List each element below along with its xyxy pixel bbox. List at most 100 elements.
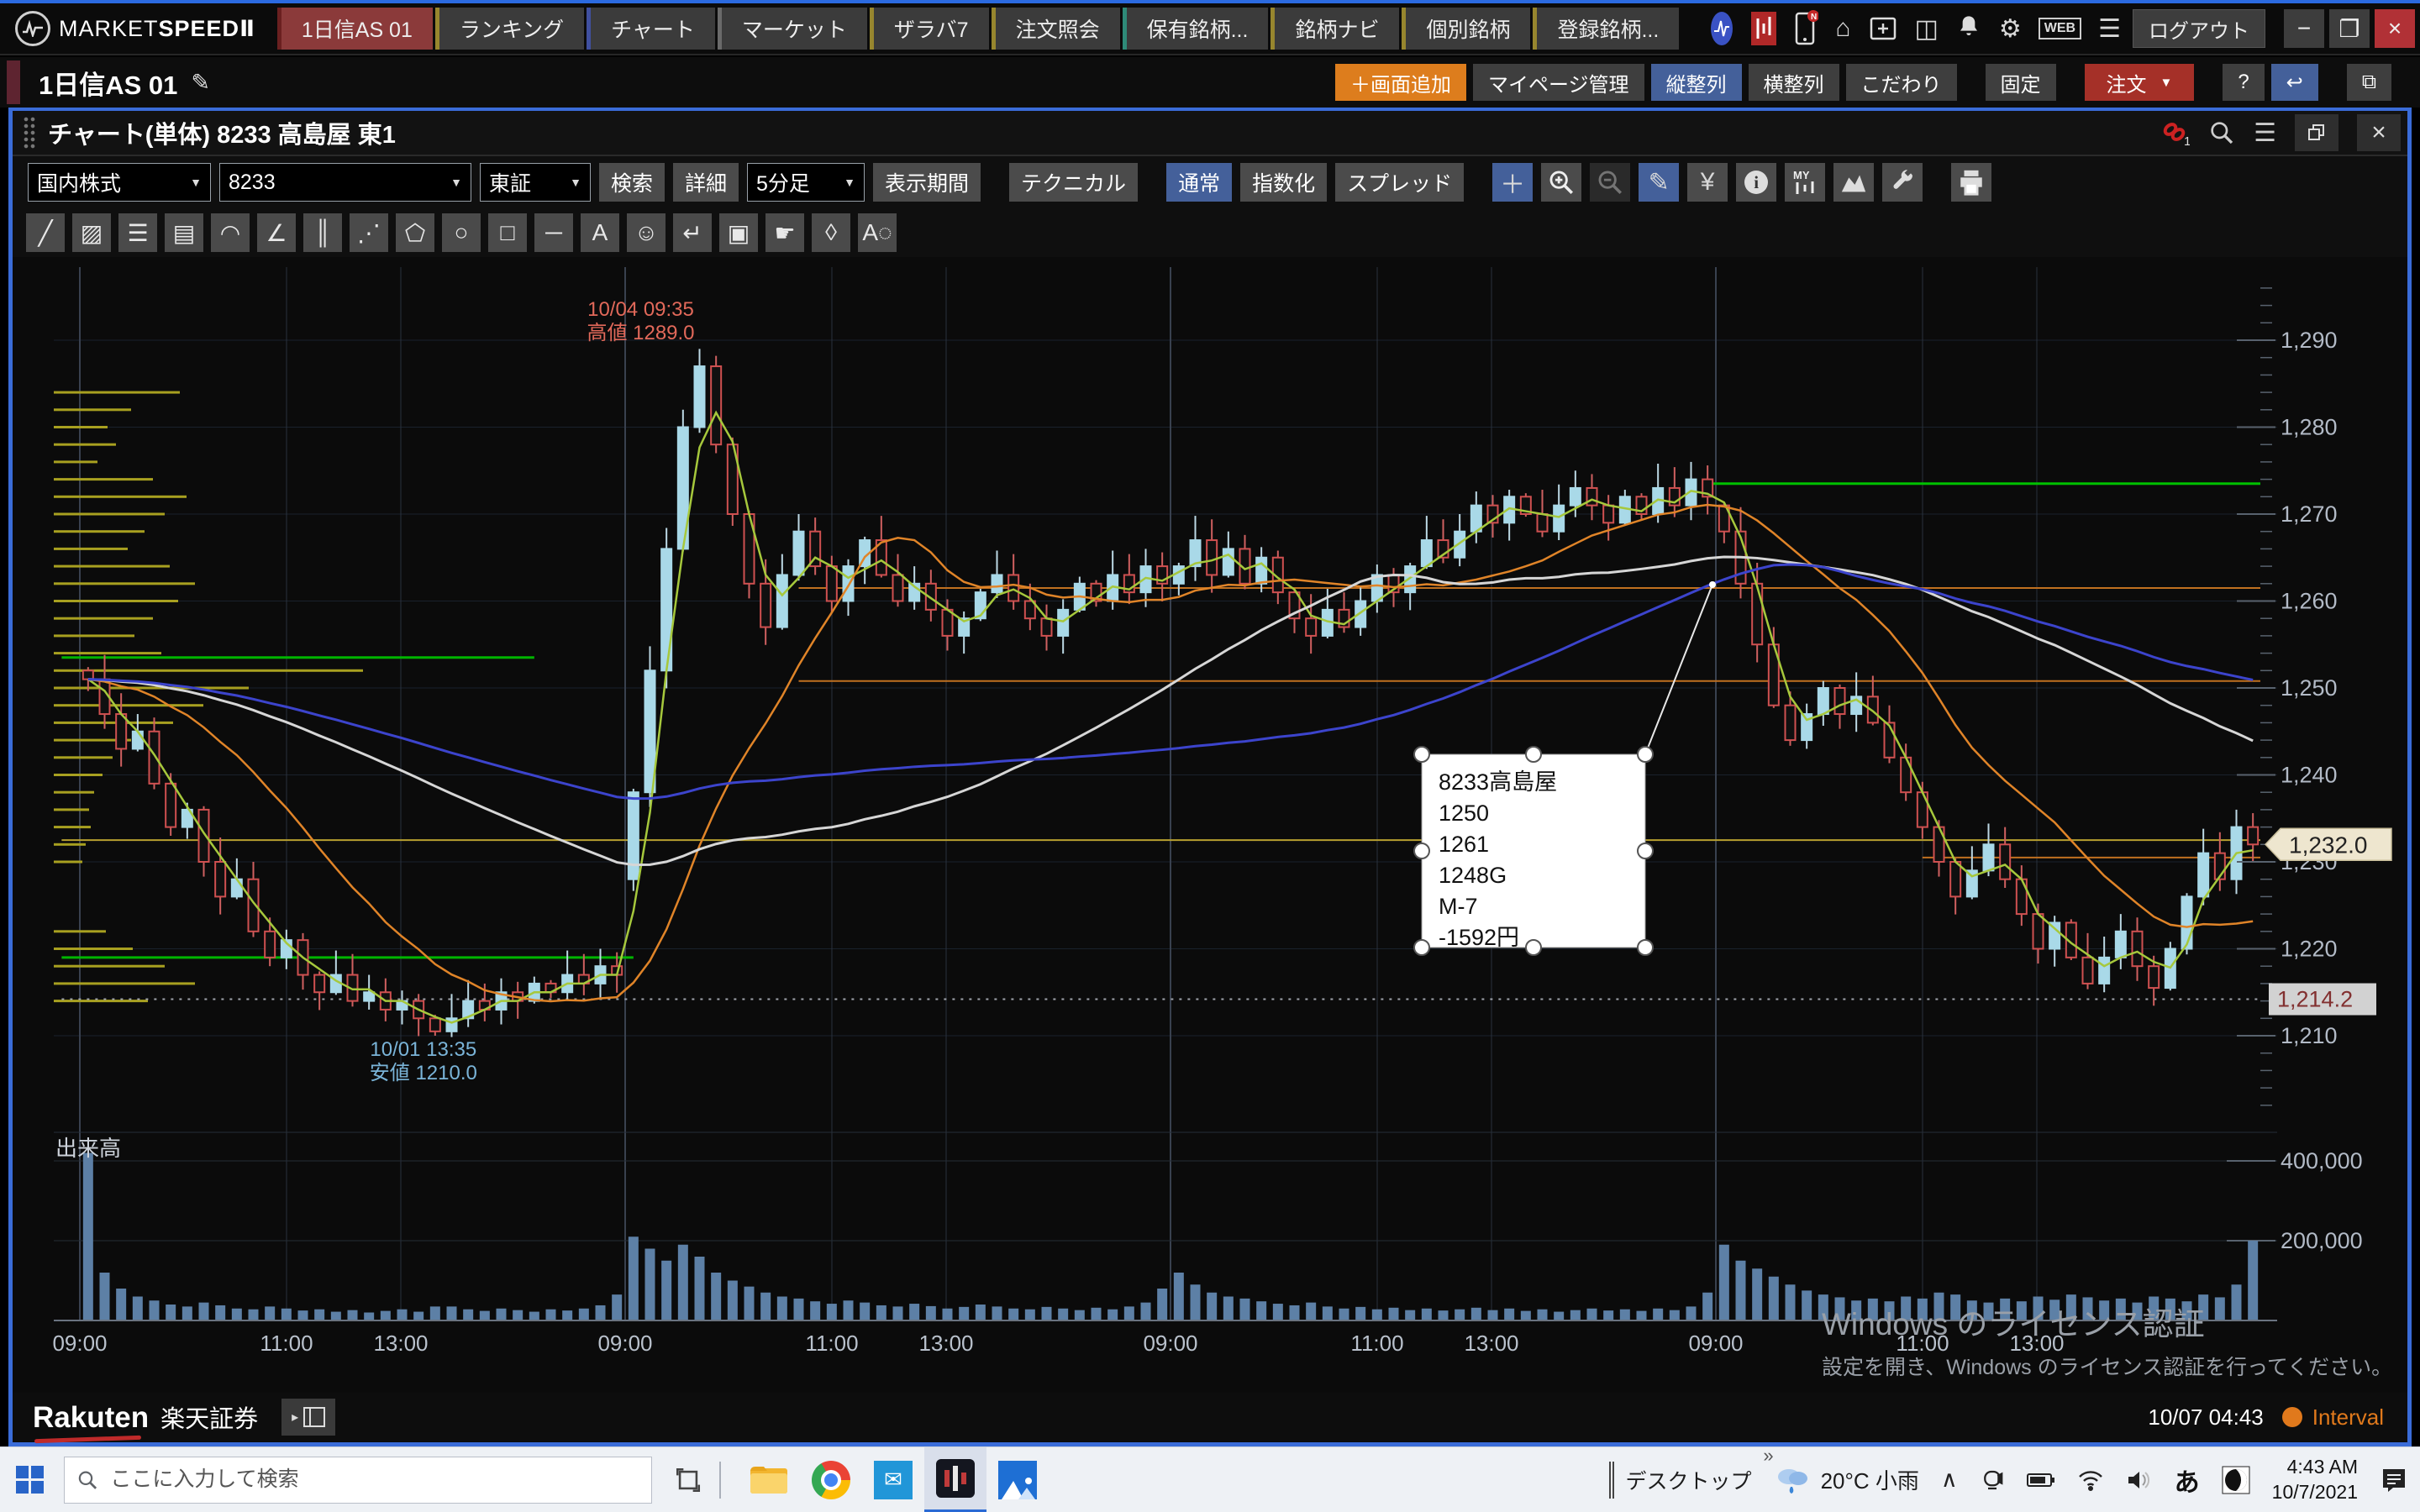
panel-toggle-icon[interactable]: ◫ — [1915, 14, 1939, 44]
app-tab-chart[interactable]: チャート — [587, 8, 715, 50]
taskbar-app-mail[interactable]: ✉ — [862, 1447, 924, 1512]
plus-icon[interactable]: ＋ — [1500, 164, 1525, 201]
technical-button[interactable]: テクニカル — [1009, 163, 1138, 202]
draw-tool-copy-object[interactable]: ▣ — [719, 213, 758, 252]
close-icon[interactable]: × — [2357, 114, 2401, 151]
yen-button[interactable]: ¥ — [1687, 163, 1728, 202]
mode-spread-button[interactable]: スプレッド — [1335, 163, 1464, 202]
draw-tool-text-label[interactable]: A — [581, 213, 619, 252]
speaker-icon[interactable] — [2126, 1468, 2153, 1492]
order-button[interactable]: 注文▼ — [2085, 64, 2195, 101]
search-icon[interactable] — [2208, 119, 2235, 146]
logout-button[interactable]: ログアウト — [2133, 9, 2265, 48]
ime-mode-icon[interactable] — [2222, 1466, 2250, 1494]
info-button[interactable]: i — [1736, 163, 1776, 202]
app-tab-stock-navi[interactable]: 銘柄ナビ — [1270, 8, 1399, 50]
ime-language-icon[interactable]: あ — [2175, 1462, 2200, 1499]
draw-tool-pointer[interactable]: ↵ — [673, 213, 712, 252]
weather-widget[interactable]: 20°C 小雨 — [1774, 1463, 1919, 1497]
draw-tool-text-eraser[interactable]: A◌ — [858, 213, 897, 252]
web-icon[interactable]: WEB — [2039, 18, 2081, 39]
mode-normal-button[interactable]: 通常 — [1166, 163, 1232, 202]
mountain-icon[interactable] — [1839, 168, 1868, 197]
draw-tool-fib-retracement[interactable]: ☰ — [118, 213, 157, 252]
draw-tool-trend-line[interactable]: ╱ — [26, 213, 65, 252]
period-button[interactable]: 表示期間 — [873, 163, 981, 202]
restore-button[interactable]: ❐ — [2329, 9, 2370, 48]
pencil-icon[interactable]: ✎ — [1649, 168, 1670, 197]
app-tab-individual[interactable]: 個別銘柄 — [1402, 8, 1530, 50]
menu-icon[interactable]: ☰ — [2254, 118, 2276, 148]
draw-tool-fib-arc[interactable]: ◠ — [211, 213, 250, 252]
align-horizontal-button[interactable]: 横整列 — [1749, 64, 1839, 101]
app-tab-registered[interactable]: 登録銘柄... — [1533, 8, 1679, 50]
detail-button[interactable]: 詳細 — [673, 163, 739, 202]
taskbar-search[interactable] — [64, 1457, 652, 1504]
app-tab-ranking[interactable]: ランキング — [435, 8, 584, 50]
yen-icon[interactable]: ¥ — [1701, 168, 1715, 197]
link-button[interactable]: ↩ — [2271, 64, 2318, 101]
app-tab-holdings[interactable]: 保有銘柄... — [1123, 8, 1269, 50]
close-button[interactable]: × — [2375, 9, 2415, 48]
my-candle-icon[interactable]: MY — [1791, 168, 1819, 197]
wrench-icon[interactable] — [1889, 169, 1916, 196]
interval-select[interactable]: 5分足▼ — [747, 163, 865, 202]
draw-tool-parallel-lines[interactable]: ▨ — [72, 213, 111, 252]
draw-tool-stamp-icon[interactable]: ☺ — [627, 213, 666, 252]
taskbar-app-photos[interactable] — [986, 1447, 1049, 1512]
status-panel-toggle-button[interactable]: ▸ — [281, 1399, 335, 1436]
add-screen-icon[interactable] — [1868, 13, 1898, 44]
hidden-icons-chevron[interactable]: ∧ — [1941, 1467, 1958, 1493]
home-icon[interactable]: ⌂ — [1835, 14, 1850, 43]
chart-plot-area[interactable]: 400,000200,0001,2901,2801,2701,2601,2501… — [20, 267, 2400, 1390]
taskbar-app-marketspeed[interactable] — [924, 1447, 986, 1512]
battery-icon[interactable] — [2027, 1470, 2055, 1490]
mountain-chart-button[interactable] — [1833, 163, 1874, 202]
camera-icon[interactable] — [1980, 1467, 2005, 1493]
app-tab-zaraba7[interactable]: ザラバ7 — [870, 8, 989, 50]
minimize-button[interactable]: − — [2284, 9, 2324, 48]
settings-wrench-button[interactable] — [1882, 163, 1923, 202]
stock-code-select[interactable]: 8233▼ — [219, 163, 471, 202]
notification-center-icon[interactable] — [2380, 1467, 2408, 1494]
draw-tool-pentagon[interactable]: ⬠ — [396, 213, 434, 252]
menu-icon[interactable]: ☰ — [2098, 14, 2121, 44]
draw-tool-horizontal-line[interactable]: ─ — [534, 213, 573, 252]
draw-tool-rectangle[interactable]: □ — [488, 213, 527, 252]
kodawari-button[interactable]: こだわり — [1846, 64, 1957, 101]
zoom-in-button[interactable] — [1541, 163, 1581, 202]
draw-pencil-button[interactable]: ✎ — [1639, 163, 1679, 202]
candle-board-icon[interactable] — [1751, 10, 1776, 47]
chart-window-titlebar[interactable]: チャート(単体) 8233 高島屋 東1 1 ☰ × — [13, 111, 2407, 156]
phone-notification-icon[interactable]: N — [1793, 10, 1818, 47]
mypage-manage-button[interactable]: マイページ管理 — [1473, 64, 1644, 101]
start-button[interactable] — [0, 1447, 59, 1512]
interval-label[interactable]: Interval — [2312, 1404, 2384, 1431]
pulse-chart-icon[interactable] — [1709, 11, 1734, 46]
draw-tool-vertical-lines[interactable]: ║ — [303, 213, 342, 252]
restore-button[interactable]: ⧉ — [2347, 64, 2391, 101]
help-button[interactable]: ? — [2223, 64, 2264, 101]
crosshair-plus-button[interactable]: ＋ — [1492, 163, 1533, 202]
market-category-select[interactable]: 国内株式▼ — [28, 163, 211, 202]
desktop-toolbar[interactable]: デスクトップ » — [1609, 1462, 1752, 1499]
pin-button[interactable]: 固定 — [1986, 64, 2056, 101]
draw-tool-eraser[interactable]: ◊ — [812, 213, 850, 252]
app-tab-order-inquiry[interactable]: 注文照会 — [992, 8, 1120, 50]
printer-icon[interactable] — [1957, 168, 1986, 197]
task-view-button[interactable] — [674, 1466, 702, 1494]
draw-tool-ellipse[interactable]: ○ — [442, 213, 481, 252]
toolbar-grip-icon[interactable] — [1609, 1462, 1614, 1499]
taskbar-app-explorer[interactable] — [738, 1447, 800, 1512]
app-tab-market[interactable]: マーケット — [718, 8, 867, 50]
app-tab-day-trade[interactable]: 1日信AS 01 — [277, 8, 433, 50]
mode-index-button[interactable]: 指数化 — [1240, 163, 1327, 202]
info-icon[interactable]: i — [1744, 171, 1768, 194]
print-button[interactable] — [1951, 163, 1991, 202]
bell-icon[interactable] — [1955, 13, 1982, 44]
search-button[interactable]: 検索 — [599, 163, 665, 202]
draw-tool-gann-lines[interactable]: ▤ — [165, 213, 203, 252]
chain-link-icon[interactable]: 1 — [2160, 118, 2190, 147]
taskbar-app-chrome[interactable] — [800, 1447, 862, 1512]
align-vertical-button[interactable]: 縦整列 — [1651, 64, 1742, 101]
